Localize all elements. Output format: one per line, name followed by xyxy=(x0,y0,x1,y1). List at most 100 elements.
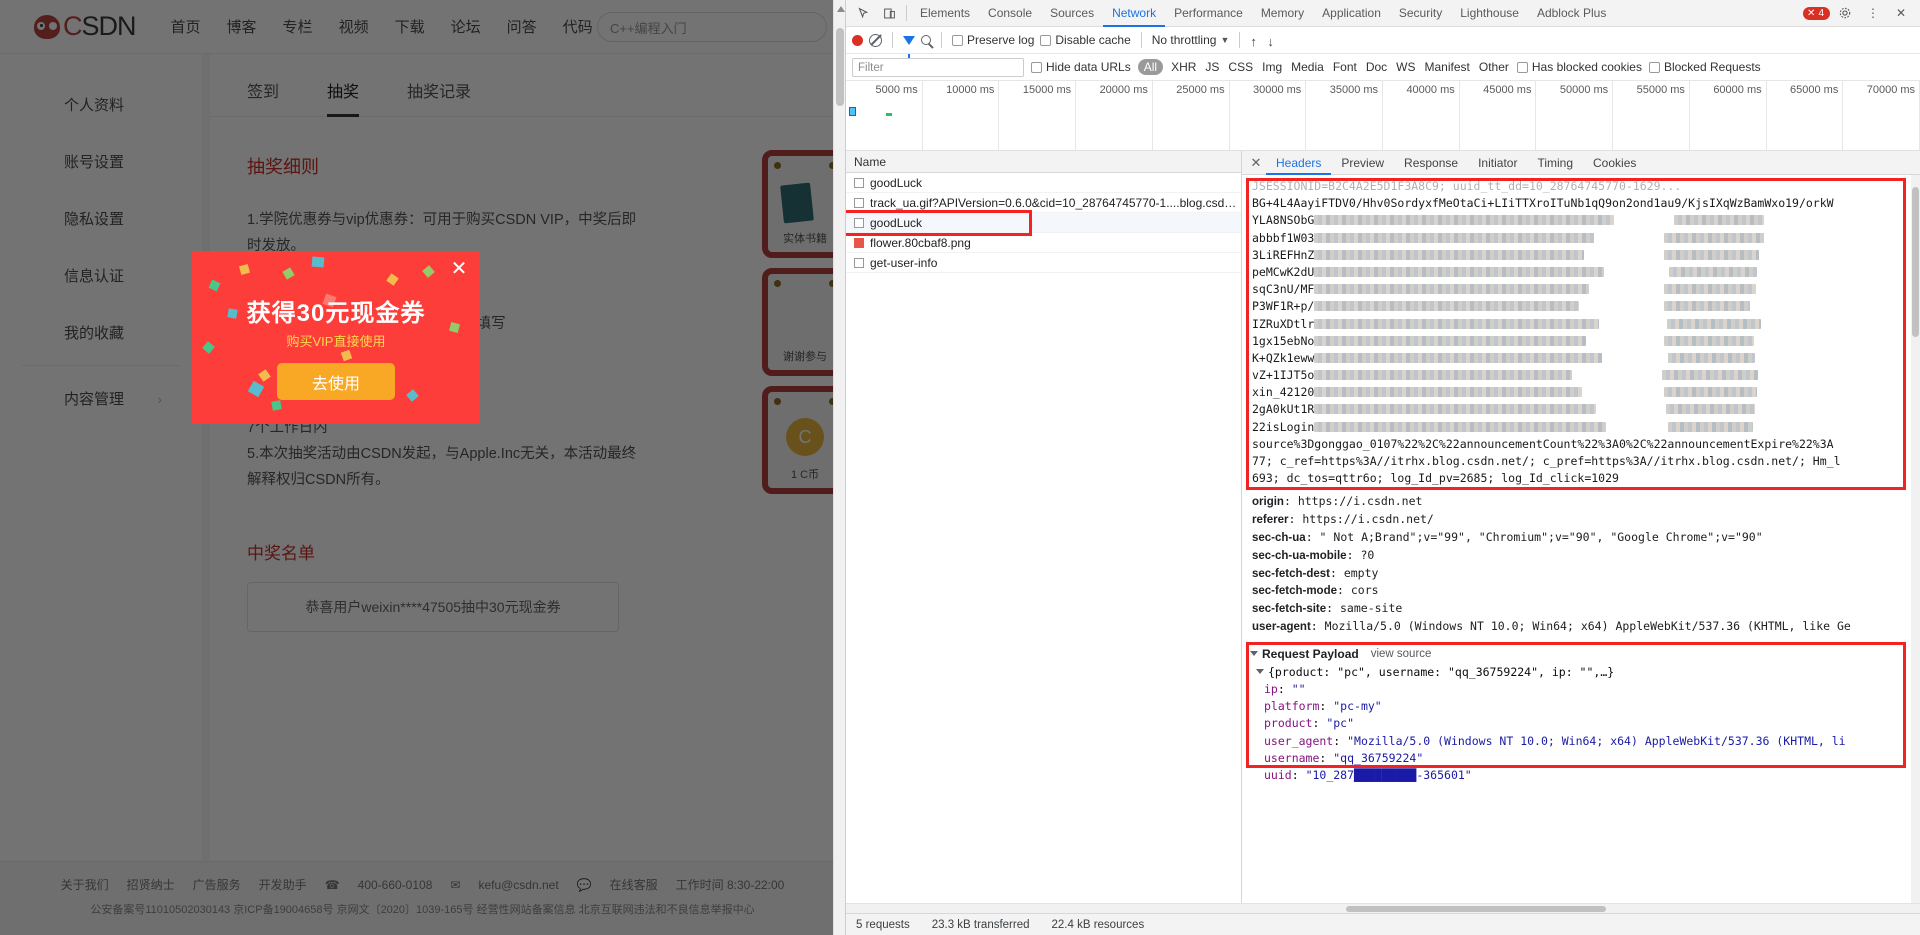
preserve-log-checkbox[interactable]: Preserve log xyxy=(952,33,1034,47)
close-icon[interactable]: ✕ xyxy=(450,259,468,279)
details-scrollbar[interactable] xyxy=(1911,175,1920,903)
use-coupon-button[interactable]: 去使用 xyxy=(277,363,395,400)
clear-icon[interactable] xyxy=(869,33,882,47)
table-row-selected[interactable]: goodLuck xyxy=(846,210,1241,236)
inspect-element-icon[interactable] xyxy=(850,1,876,25)
table-row[interactable]: goodLuck xyxy=(846,173,1241,193)
tab-adblock-plus[interactable]: Adblock Plus xyxy=(1528,0,1615,27)
tab-lottery[interactable]: 抽奖 xyxy=(327,78,360,117)
page-scrollbar-thumb[interactable] xyxy=(836,28,844,106)
hide-data-urls-checkbox[interactable]: Hide data URLs xyxy=(1031,60,1131,74)
export-har-icon[interactable] xyxy=(1267,34,1278,46)
sidebar-item-profile[interactable]: 个人资料 xyxy=(0,76,202,133)
tab-lighthouse[interactable]: Lighthouse xyxy=(1451,0,1528,27)
nav-item-6[interactable]: 问答 xyxy=(494,16,550,37)
checkbox-icon[interactable] xyxy=(1516,61,1528,73)
filter-type-css[interactable]: CSS xyxy=(1227,60,1254,74)
sidebar-item-favorites[interactable]: 我的收藏 xyxy=(0,304,202,361)
request-payload-header[interactable]: Request Payload view source xyxy=(1242,644,1920,664)
filter-icon[interactable] xyxy=(903,35,915,58)
nav-item-5[interactable]: 论坛 xyxy=(438,16,494,37)
row-checkbox[interactable] xyxy=(854,197,864,208)
horizontal-scrollbar[interactable] xyxy=(846,903,1920,913)
nav-item-0[interactable]: 首页 xyxy=(158,16,214,37)
tab-preview[interactable]: Preview xyxy=(1331,151,1394,175)
tab-sources[interactable]: Sources xyxy=(1041,0,1103,27)
tab-cookies[interactable]: Cookies xyxy=(1583,151,1646,175)
record-button[interactable] xyxy=(852,34,863,46)
nav-item-4[interactable]: 下载 xyxy=(382,16,438,37)
filter-type-all[interactable]: All xyxy=(1137,59,1164,75)
footer-link-0[interactable]: 关于我们 xyxy=(61,876,109,893)
filter-type-doc[interactable]: Doc xyxy=(1365,60,1388,74)
nav-item-3[interactable]: 视频 xyxy=(326,16,382,37)
filter-type-xhr[interactable]: XHR xyxy=(1170,60,1197,74)
footer-link-support[interactable]: 在线客服 xyxy=(610,876,658,893)
tab-headers[interactable]: Headers xyxy=(1266,151,1331,175)
chevron-down-icon[interactable]: ▼ xyxy=(1220,35,1229,45)
sidebar-item-privacy[interactable]: 隐私设置 xyxy=(0,190,202,247)
nav-item-1[interactable]: 博客 xyxy=(214,16,270,37)
footer-link-2[interactable]: 广告服务 xyxy=(193,876,241,893)
search-icon[interactable] xyxy=(921,35,931,45)
checkbox-icon[interactable] xyxy=(1031,61,1042,73)
nav-item-2[interactable]: 专栏 xyxy=(270,16,326,37)
tab-initiator[interactable]: Initiator xyxy=(1468,151,1527,175)
close-details-icon[interactable]: ✕ xyxy=(1246,155,1266,171)
tab-timing[interactable]: Timing xyxy=(1527,151,1583,175)
csdn-logo[interactable]: CSDN xyxy=(34,11,137,42)
filter-type-img[interactable]: Img xyxy=(1261,60,1283,74)
requests-column-header[interactable]: Name xyxy=(846,151,1241,173)
sidebar-item-verify[interactable]: 信息认证 xyxy=(0,247,202,304)
error-count-badge[interactable]: ✕ 4 xyxy=(1803,6,1830,20)
filter-type-ws[interactable]: WS xyxy=(1395,60,1416,74)
table-row[interactable]: track_ua.gif?APIVersion=0.6.0&cid=10_287… xyxy=(846,193,1241,213)
sidebar-item-account[interactable]: 账号设置 xyxy=(0,133,202,190)
filter-type-font[interactable]: Font xyxy=(1332,60,1358,74)
checkbox-icon[interactable] xyxy=(952,34,963,46)
footer-link-3[interactable]: 开发助手 xyxy=(259,876,307,893)
tab-application[interactable]: Application xyxy=(1313,0,1390,27)
triangle-down-icon[interactable] xyxy=(1250,650,1258,656)
row-checkbox[interactable] xyxy=(854,217,864,228)
import-har-icon[interactable] xyxy=(1250,34,1261,46)
sidebar-item-content-mgmt[interactable]: 内容管理 › xyxy=(0,370,202,427)
blocked-requests-checkbox[interactable]: Blocked Requests xyxy=(1648,60,1761,74)
network-overview-timeline[interactable]: 5000 ms 10000 ms 15000 ms 20000 ms 25000… xyxy=(846,81,1920,151)
headers-body[interactable]: JSESSIONID=B2C4A2E5D1F3A8C9; uuid_tt_dd=… xyxy=(1242,175,1920,903)
toggle-device-toolbar-icon[interactable] xyxy=(876,1,902,25)
triangle-down-icon[interactable] xyxy=(1256,668,1264,674)
tab-checkin[interactable]: 签到 xyxy=(247,78,279,116)
has-blocked-cookies-checkbox[interactable]: Has blocked cookies xyxy=(1516,60,1642,74)
filter-type-manifest[interactable]: Manifest xyxy=(1424,60,1471,74)
tab-lottery-records[interactable]: 抽奖记录 xyxy=(407,78,471,116)
tab-elements[interactable]: Elements xyxy=(911,0,979,27)
site-search-input[interactable]: C++编程入门 xyxy=(597,12,827,42)
checkbox-icon[interactable] xyxy=(1040,34,1052,46)
view-source-link[interactable]: view source xyxy=(1371,648,1432,660)
table-row[interactable]: flower.80cbaf8.png xyxy=(846,233,1241,253)
page-scrollbar[interactable] xyxy=(833,0,845,935)
filter-type-media[interactable]: Media xyxy=(1290,60,1325,74)
tab-performance[interactable]: Performance xyxy=(1165,0,1252,27)
row-checkbox[interactable] xyxy=(854,177,864,188)
details-scrollbar-thumb[interactable] xyxy=(1912,187,1919,337)
footer-link-1[interactable]: 招贤纳士 xyxy=(127,876,175,893)
filter-type-js[interactable]: JS xyxy=(1204,60,1220,74)
more-options-icon[interactable]: ⋮ xyxy=(1860,1,1886,25)
tab-memory[interactable]: Memory xyxy=(1252,0,1313,27)
requests-list[interactable]: goodLuck track_ua.gif?APIVersion=0.6.0&c… xyxy=(846,173,1241,903)
close-devtools-icon[interactable]: ✕ xyxy=(1888,1,1914,25)
disable-cache-checkbox[interactable]: Disable cache xyxy=(1040,33,1131,47)
tab-console[interactable]: Console xyxy=(979,0,1041,27)
table-row[interactable]: get-user-info xyxy=(846,253,1241,273)
gear-icon[interactable] xyxy=(1832,1,1858,25)
horizontal-scrollbar-thumb[interactable] xyxy=(1346,906,1606,912)
tab-security[interactable]: Security xyxy=(1390,0,1451,27)
checkbox-icon[interactable] xyxy=(1648,61,1660,73)
throttling-select[interactable]: No throttling ▼ xyxy=(1152,33,1230,47)
filter-input[interactable]: Filter xyxy=(852,57,1024,77)
payload-summary[interactable]: {product: "pc", username: "qq_36759224",… xyxy=(1242,664,1920,681)
row-checkbox[interactable] xyxy=(854,257,864,268)
filter-type-other[interactable]: Other xyxy=(1478,60,1510,74)
